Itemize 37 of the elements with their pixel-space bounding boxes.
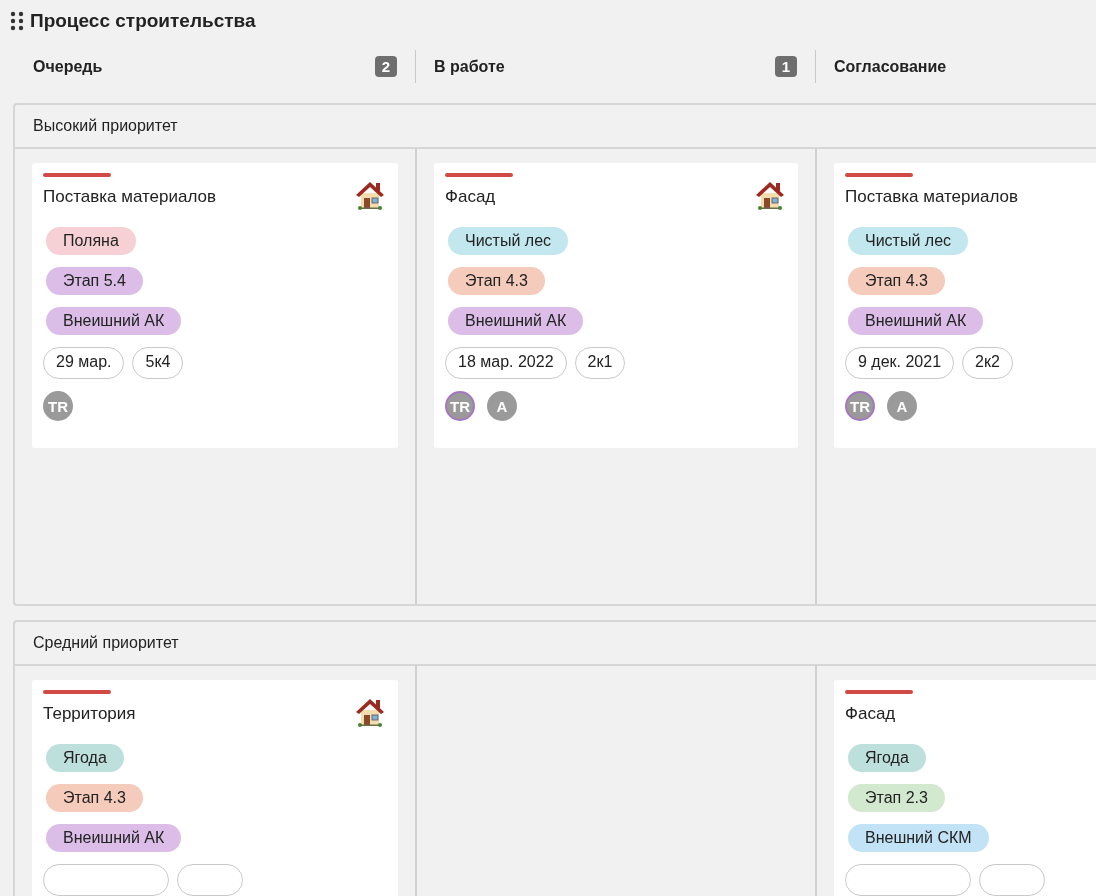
tag: Поляна [46, 227, 136, 255]
priority-stripe [445, 173, 513, 177]
tag: Ягода [46, 744, 124, 772]
count-badge: 1 [774, 56, 797, 77]
card-title: Фасад [845, 704, 896, 724]
tag: Внеишний АК [848, 307, 984, 335]
tag: Этап 5.4 [46, 267, 143, 295]
tag: Внеишний АК [46, 824, 182, 852]
tag: Внеишний АК [448, 307, 584, 335]
task-card[interactable]: Поставка материалов Поляна Этап 5.4 Внеишний АК 29 мар. 5к4 TR [32, 163, 398, 448]
tag: Этап 4.3 [46, 784, 143, 812]
column-title: Согласование [834, 57, 947, 76]
card-title: Фасад [445, 187, 496, 207]
tag: Этап 4.3 [848, 267, 945, 295]
card-title: Территория [43, 704, 136, 724]
lane-title: Высокий приоритет [15, 105, 1096, 149]
board-title: Процесс строительства [30, 10, 256, 32]
tag: Чистый лес [448, 227, 569, 255]
priority-stripe [43, 690, 111, 694]
column-title: Очередь [33, 57, 103, 76]
tag: Внеишний АК [46, 307, 182, 335]
priority-stripe [845, 173, 913, 177]
task-card[interactable]: Фасад Ягода Этап 2.3 Внешний СКМ [834, 680, 1096, 896]
tag: Этап 2.3 [848, 784, 945, 812]
drag-handle-icon[interactable] [10, 10, 24, 32]
tag: Чистый лес [848, 227, 969, 255]
tag: Внешний СКМ [848, 824, 989, 852]
count-badge: 2 [374, 56, 397, 77]
priority-stripe [43, 173, 111, 177]
tag: Этап 4.3 [448, 267, 545, 295]
priority-stripe [845, 690, 913, 694]
lane-title: Средний приоритет [15, 622, 1096, 666]
tag: Ягода [848, 744, 926, 772]
task-card[interactable]: Территория Ягода Этап 4.3 Внеишний АК [32, 680, 398, 896]
card-title: Поставка материалов [43, 187, 217, 207]
card-title: Поставка материалов [845, 187, 1019, 207]
column-title: В работе [434, 57, 505, 76]
